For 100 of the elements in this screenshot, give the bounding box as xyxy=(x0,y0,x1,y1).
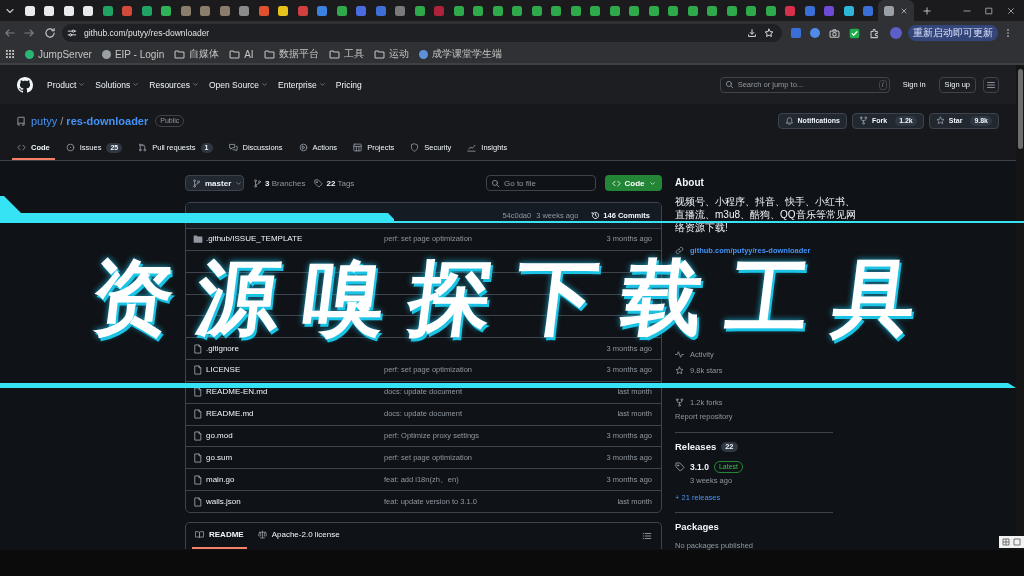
readme-tab[interactable]: Apache-2.0 license xyxy=(254,522,343,549)
search-icon xyxy=(491,178,500,188)
folder-icon xyxy=(263,48,275,60)
bookmark-link[interactable]: AI xyxy=(229,48,254,60)
file-name-link[interactable]: main.go xyxy=(206,474,235,485)
section-heading: Packages xyxy=(675,520,719,534)
circle-dot-icon xyxy=(65,143,75,152)
fork-icon xyxy=(858,116,868,125)
branch-icon xyxy=(192,178,201,188)
fork-icon xyxy=(675,397,684,407)
close-icon[interactable] xyxy=(900,6,908,15)
scrollbar-thumb[interactable] xyxy=(1018,69,1023,149)
nav-menu-item[interactable]: Resources xyxy=(149,79,199,90)
camera-icon[interactable] xyxy=(829,27,840,39)
release-tag-link[interactable]: 3.1.0 xyxy=(690,462,709,472)
file-name-link[interactable]: README.md xyxy=(206,409,254,420)
nav-menu-item[interactable]: Product xyxy=(47,79,86,90)
folder-icon xyxy=(174,48,186,60)
caret-down-icon xyxy=(235,179,243,187)
file-icon xyxy=(193,496,203,507)
file-icon xyxy=(193,387,203,398)
file-search-field[interactable]: Go to file xyxy=(486,175,596,191)
bookmark-link[interactable]: 工具 xyxy=(328,47,364,61)
line-graph-icon xyxy=(467,143,477,152)
history-icon xyxy=(591,211,601,220)
download-icon[interactable] xyxy=(747,28,757,38)
bookmark-link[interactable]: 运动 xyxy=(373,47,409,61)
nav-menu-item[interactable]: Pricing xyxy=(335,79,362,90)
branch-select-button[interactable]: master xyxy=(185,175,244,191)
bookmark-link[interactable]: 数据平台 xyxy=(263,47,319,61)
section-heading: About xyxy=(675,176,704,190)
branch-icon xyxy=(253,178,262,188)
apps-grid-icon[interactable] xyxy=(5,49,15,59)
maximize-icon[interactable] xyxy=(984,5,994,16)
forward-arrow-icon[interactable] xyxy=(23,27,35,39)
menu-button[interactable] xyxy=(983,76,999,93)
repo-description: 视频号、小程序、抖音、快手、小红书、直播流、m3u8、酷狗、QQ音乐等常见网络资源下载! xyxy=(675,195,857,234)
file-name-link[interactable]: go.sum xyxy=(206,452,233,463)
star-icon xyxy=(675,365,684,375)
bookmark-link[interactable]: JumpServer xyxy=(25,48,92,60)
folder-icon xyxy=(328,48,340,60)
file-icon xyxy=(193,452,203,463)
puzzle-icon[interactable] xyxy=(869,27,880,39)
banner-title: 资源嗅探下载工具 xyxy=(86,254,945,342)
browser-tab[interactable] xyxy=(878,0,914,21)
close-icon[interactable] xyxy=(1006,5,1016,16)
file-name-link[interactable]: wails.json xyxy=(206,496,241,507)
file-name-link[interactable]: go.mod xyxy=(206,431,233,441)
nav-menu-item[interactable]: Solutions xyxy=(95,79,140,90)
code-button[interactable]: Code xyxy=(605,175,662,191)
bell-icon xyxy=(784,116,794,125)
update-button[interactable]: 重新启动即可更新 xyxy=(908,25,998,41)
grid-icon[interactable] xyxy=(999,536,1024,548)
address-field[interactable]: github.com/putyy/res-downloader xyxy=(62,24,782,42)
bookmark-link[interactable]: 自媒体 xyxy=(174,47,220,61)
file-name-link[interactable]: README-EN.md xyxy=(206,387,268,398)
pull-request-icon xyxy=(138,143,148,152)
branches-link[interactable]: 3 Branches xyxy=(253,178,306,188)
code-icon xyxy=(17,143,26,152)
file-name-link[interactable]: LICENSE xyxy=(206,365,241,376)
folder-icon xyxy=(373,48,385,60)
book-icon xyxy=(16,115,26,126)
tag-icon xyxy=(314,178,324,188)
bookmark-link[interactable]: 成学课堂学生端 xyxy=(418,47,502,61)
speech-bubbles-icon xyxy=(228,143,238,152)
tags-link[interactable]: 22 Tags xyxy=(314,178,355,188)
tune-icon[interactable] xyxy=(67,28,77,38)
code-icon xyxy=(611,178,621,188)
file-icon xyxy=(193,343,203,354)
github-logo-icon[interactable] xyxy=(17,76,33,93)
star-icon[interactable] xyxy=(764,28,774,38)
bookmark-link[interactable]: EIP - Login xyxy=(101,48,165,60)
file-icon xyxy=(193,409,203,420)
readme-tab[interactable]: README xyxy=(192,522,247,549)
nav-menu-item[interactable]: Open Source xyxy=(208,79,268,90)
scale-icon xyxy=(257,530,267,540)
file-name-link[interactable]: .github/ISSUE_TEMPLATE xyxy=(206,234,303,245)
back-arrow-icon[interactable] xyxy=(4,27,16,39)
repo-owner-link[interactable]: putyy xyxy=(31,114,58,127)
table-icon xyxy=(353,143,363,152)
file-name-link[interactable]: .gitignore xyxy=(206,343,239,354)
repo-name-link[interactable]: res-downloader xyxy=(66,114,149,127)
list-icon[interactable] xyxy=(642,530,652,541)
pulse-icon xyxy=(675,349,684,359)
star-icon xyxy=(935,116,945,125)
path-separator: / xyxy=(60,114,64,127)
play-circle-icon xyxy=(298,143,308,152)
file-icon xyxy=(193,474,203,485)
reload-icon[interactable] xyxy=(44,27,56,39)
file-icon xyxy=(193,431,203,441)
folder-icon xyxy=(229,48,241,60)
menu-icon xyxy=(986,79,996,90)
check-square-icon[interactable] xyxy=(849,27,860,39)
file-icon xyxy=(193,365,203,376)
nav-menu-item[interactable]: Enterprise xyxy=(278,79,326,90)
caret-down-icon xyxy=(648,179,656,187)
plus-icon[interactable] xyxy=(922,5,932,16)
folder-icon xyxy=(193,234,203,245)
avatar-icon[interactable] xyxy=(890,27,902,39)
circle-icon[interactable] xyxy=(810,28,820,38)
